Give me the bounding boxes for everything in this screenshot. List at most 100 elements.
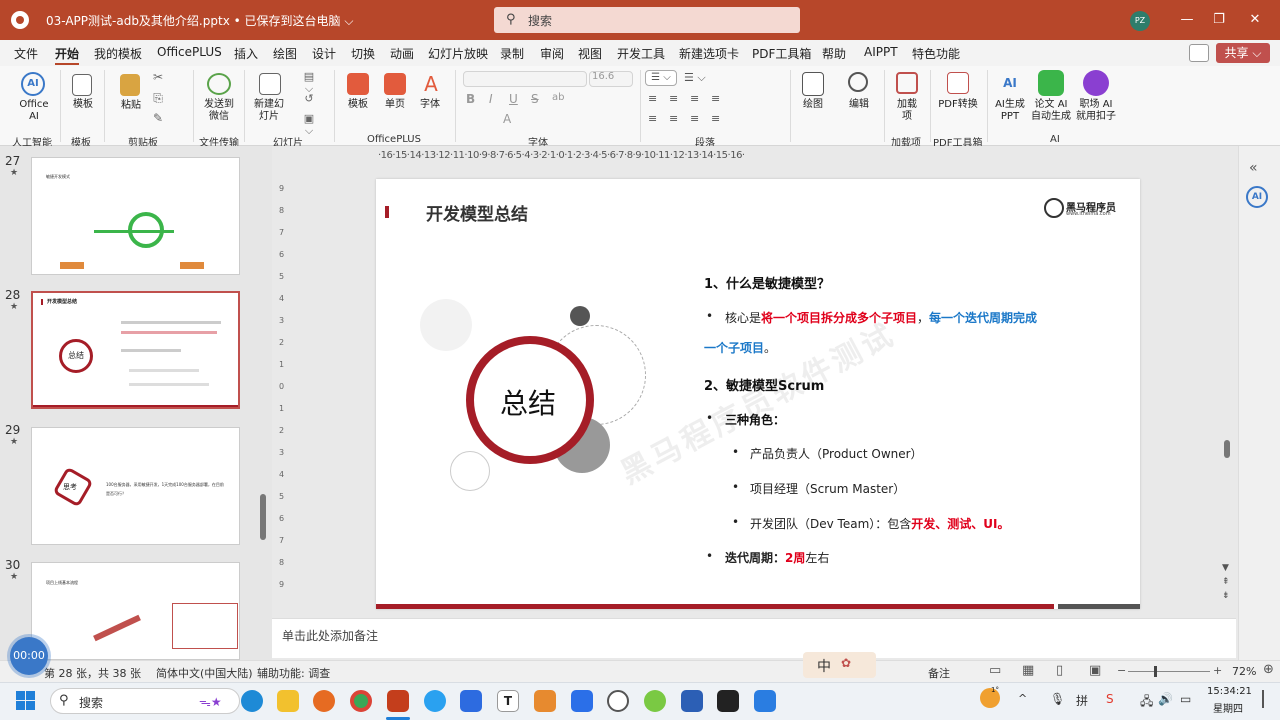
ai-ppt-button[interactable]: AI生成PPT bbox=[994, 99, 1026, 123]
text-align-icon[interactable]: ≡ bbox=[690, 112, 699, 125]
notes-app-icon[interactable] bbox=[571, 690, 593, 712]
menu-new-tab[interactable]: 新建选项卡 bbox=[679, 45, 739, 62]
notes-pane[interactable]: 单击此处添加备注 bbox=[272, 618, 1236, 658]
thumbnail-29[interactable]: 思考 100台服务器，采用敏捷开发，1天完成100台服务器部署，在目前是否可行？ bbox=[31, 427, 240, 545]
close-button[interactable]: ✕ bbox=[1240, 9, 1270, 31]
menu-officeplus[interactable]: OfficePLUS bbox=[157, 45, 222, 59]
bullets-icon[interactable]: ☰ ⌵ bbox=[645, 70, 677, 86]
italic-button[interactable]: I bbox=[489, 92, 493, 106]
menu-file[interactable]: 文件 bbox=[14, 45, 38, 62]
font-button[interactable]: 字体 bbox=[416, 99, 444, 111]
reset-icon[interactable]: ↺ bbox=[299, 93, 319, 105]
chrome-icon[interactable] bbox=[350, 690, 372, 712]
job-ai-button[interactable]: 职场 AI 就用扣子 bbox=[1074, 99, 1118, 123]
summary-circle-text[interactable]: 总结 bbox=[500, 382, 556, 422]
fit-slide-icon[interactable]: ⊕ bbox=[1263, 662, 1274, 677]
notes-toggle-button[interactable]: 备注 bbox=[928, 665, 950, 681]
core-text-line2[interactable]: 一个子项目。 bbox=[704, 339, 776, 356]
menu-view[interactable]: 视图 bbox=[578, 45, 602, 62]
strike-button[interactable]: S bbox=[531, 92, 539, 106]
menu-animations[interactable]: 动画 bbox=[390, 45, 414, 62]
menu-record[interactable]: 录制 bbox=[500, 45, 524, 62]
maximize-button[interactable]: ❐ bbox=[1204, 9, 1234, 31]
zoom-slider-thumb[interactable] bbox=[1154, 666, 1157, 677]
wps-icon[interactable]: S bbox=[1106, 692, 1114, 706]
microphone-icon[interactable]: 🎙 bbox=[1050, 692, 1065, 706]
current-slide[interactable]: 开发模型总结 黑马程序员 www.itheima.com 总结 黑马程序员软件测… bbox=[376, 179, 1140, 609]
zoom-in-icon[interactable]: + bbox=[1213, 664, 1222, 677]
chat-app-icon[interactable] bbox=[460, 690, 482, 712]
align-center-icon[interactable]: ≡ bbox=[669, 92, 678, 105]
copy-icon[interactable]: ⎘ bbox=[151, 92, 165, 104]
align-left-icon[interactable]: ≡ bbox=[648, 92, 657, 105]
tray-overflow-icon[interactable]: ^ bbox=[1018, 692, 1027, 705]
xmind-icon[interactable] bbox=[534, 690, 556, 712]
paragraph-spacing-icon[interactable]: ≡ bbox=[648, 112, 657, 125]
thumbnail-27[interactable]: 敏捷开发模式 bbox=[31, 157, 240, 275]
heading-scrum[interactable]: 2、敏捷模型Scrum bbox=[704, 375, 824, 394]
ai-assistant-icon[interactable]: AI bbox=[1246, 186, 1268, 208]
file-explorer-icon[interactable] bbox=[277, 690, 299, 712]
menu-draw[interactable]: 绘图 bbox=[273, 45, 297, 62]
send-wechat-button[interactable]: 发送到微信 bbox=[200, 99, 238, 123]
battery-icon[interactable]: ▭ bbox=[1180, 692, 1191, 706]
menu-home[interactable]: 开始 bbox=[55, 45, 79, 62]
clock-app-icon[interactable] bbox=[607, 690, 629, 712]
thumbnail-scrollbar[interactable] bbox=[260, 494, 266, 540]
tool-app-icon[interactable] bbox=[681, 690, 703, 712]
share-button[interactable]: 共享 ⌵ bbox=[1216, 43, 1270, 63]
role-dev-team[interactable]: 开发团队（Dev Team）：包含开发、测试、UI。 bbox=[750, 515, 1009, 532]
font-color-button[interactable]: A bbox=[503, 112, 511, 126]
menu-slideshow[interactable]: 幻灯片放映 bbox=[428, 45, 488, 62]
document-title[interactable]: 03-APP测试-adb及其他介绍.pptx • 已保存到这台电脑 ⌵ bbox=[46, 12, 353, 29]
bold-button[interactable]: B bbox=[466, 92, 475, 106]
align-right-icon[interactable]: ≡ bbox=[690, 92, 699, 105]
ime-tray-icon[interactable]: 拼 bbox=[1076, 692, 1088, 709]
menu-insert[interactable]: 插入 bbox=[234, 45, 258, 62]
smartart-icon[interactable]: ≡ bbox=[711, 112, 720, 125]
role-product-owner[interactable]: 产品负责人（Product Owner） bbox=[750, 445, 923, 462]
sorter-view-icon[interactable]: ▦ bbox=[1022, 663, 1034, 678]
recording-timer[interactable]: 00:00 bbox=[10, 637, 48, 675]
scroll-down-icon[interactable]: ▼ bbox=[1222, 563, 1229, 573]
snip-icon[interactable] bbox=[424, 690, 446, 712]
blue-app-icon[interactable] bbox=[754, 690, 776, 712]
notifications-icon[interactable] bbox=[1262, 690, 1276, 708]
collapse-icon[interactable]: « bbox=[1249, 160, 1258, 176]
menu-review[interactable]: 审阅 bbox=[540, 45, 564, 62]
paper-ai-button[interactable]: 论文 AI 自动生成 bbox=[1030, 99, 1072, 123]
format-painter-icon[interactable]: ✎ bbox=[151, 112, 165, 124]
zoom-level[interactable]: 72% bbox=[1232, 665, 1256, 678]
new-slide-button[interactable]: 新建幻灯片 bbox=[250, 99, 288, 123]
pdf-convert-button[interactable]: PDF转换 bbox=[936, 99, 980, 111]
thumbnail-30[interactable]: 项目上线基本流程 bbox=[31, 562, 240, 660]
network-icon[interactable]: 🖧 bbox=[1140, 692, 1153, 713]
editor-scrollbar[interactable] bbox=[1224, 440, 1230, 458]
clock-time[interactable]: 15:34:21 bbox=[1207, 686, 1252, 697]
numbering-icon[interactable]: ☰ ⌵ bbox=[684, 71, 706, 85]
cut-icon[interactable]: ✂ bbox=[151, 71, 165, 83]
menu-developer[interactable]: 开发工具 bbox=[617, 45, 665, 62]
core-text[interactable]: 核心是将一个项目拆分成多个子项目，每一个迭代周期完成 bbox=[725, 309, 1037, 326]
addins-button[interactable]: 加载项 bbox=[893, 99, 921, 123]
slideshow-view-icon[interactable]: ▣ bbox=[1089, 663, 1101, 678]
powerpoint-icon[interactable] bbox=[387, 690, 409, 712]
windows-start-icon[interactable] bbox=[16, 691, 36, 711]
edit-button[interactable]: 编辑 bbox=[844, 99, 874, 111]
search-box[interactable]: ⚲ 搜索 bbox=[494, 7, 800, 33]
accessibility-status[interactable]: 辅助功能: 调查 bbox=[257, 665, 330, 681]
office-ai-button[interactable]: Office AI bbox=[14, 99, 54, 123]
menu-pdf-toolbox[interactable]: PDF工具箱 bbox=[752, 45, 811, 62]
menu-design[interactable]: 设计 bbox=[312, 45, 336, 62]
shadow-button[interactable]: ab bbox=[552, 92, 564, 103]
role-scrum-master[interactable]: 项目经理（Scrum Master） bbox=[750, 480, 905, 497]
thumbnail-28[interactable]: 开发模型总结 总结 bbox=[31, 291, 240, 409]
edge-icon[interactable] bbox=[241, 690, 263, 712]
menu-features[interactable]: 特色功能 bbox=[912, 45, 960, 62]
menu-help[interactable]: 帮助 bbox=[822, 45, 846, 62]
prev-slide-icon[interactable]: ⇞ bbox=[1222, 577, 1230, 587]
zoom-slider-track[interactable] bbox=[1128, 671, 1210, 672]
next-slide-icon[interactable]: ⇟ bbox=[1222, 591, 1230, 601]
slide-title[interactable]: 开发模型总结 bbox=[426, 200, 528, 225]
template-button[interactable]: 模板 bbox=[72, 99, 94, 111]
